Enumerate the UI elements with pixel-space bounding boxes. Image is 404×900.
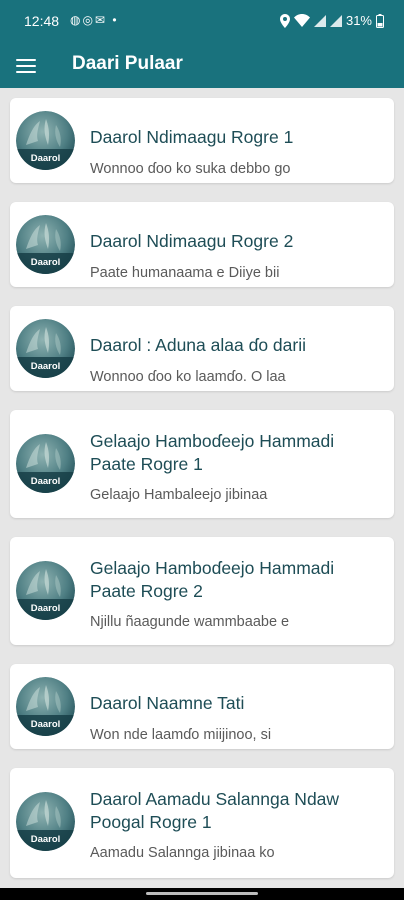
notification-icons: ◍◎✉ • <box>70 13 119 27</box>
item-title: Daarol Aamadu Salannga Ndaw Poogal Rogre… <box>90 789 340 832</box>
list-item[interactable]: Daarol Daarol Aamadu Salannga Ndaw Pooga… <box>10 768 394 878</box>
hamburger-menu-icon[interactable] <box>16 53 42 79</box>
signal-icon <box>329 14 342 27</box>
item-title: Daarol Ndimaagu Rogre 2 <box>90 231 294 251</box>
navigation-bar <box>0 888 404 900</box>
svg-text:Daarol: Daarol <box>31 153 61 164</box>
item-subtitle: Paate humanaama e Diiye bii <box>90 265 280 281</box>
story-list[interactable]: Daarol Daarol Ndimaagu Rogre 1 Wonnoo ɗo… <box>0 88 404 888</box>
svg-text:Daarol: Daarol <box>31 719 61 730</box>
list-item[interactable]: Daarol Gelaajo Hamboɗeejo Hammadi Paate … <box>10 537 394 645</box>
svg-text:Daarol: Daarol <box>31 834 61 845</box>
list-item[interactable]: Daarol Daarol : Aduna alaa ɗo darii Wonn… <box>10 306 394 391</box>
list-item[interactable]: Daarol Gelaajo Hamboɗeejo Hammadi Paate … <box>10 410 394 518</box>
list-item[interactable]: Daarol Daarol Ndimaagu Rogre 1 Wonnoo ɗo… <box>10 98 394 183</box>
story-thumbnail: Daarol <box>16 111 75 170</box>
signal-icon <box>313 14 326 27</box>
item-title: Gelaajo Hamboɗeejo Hammadi Paate Rogre 1 <box>90 431 335 474</box>
svg-text:Daarol: Daarol <box>31 257 61 268</box>
svg-text:Daarol: Daarol <box>31 476 61 487</box>
item-subtitle: Gelaajo Hambaleejo jibinaa <box>90 487 268 503</box>
story-thumbnail: Daarol <box>16 677 75 736</box>
story-thumbnail: Daarol <box>16 561 75 620</box>
battery-percent: 31% <box>345 13 372 28</box>
gmail-icon: ✉ <box>94 13 108 27</box>
wifi-icon <box>293 14 310 27</box>
app-title: Daari Pulaar <box>72 53 183 74</box>
item-title: Gelaajo Hamboɗeejo Hammadi Paate Rogre 2 <box>90 558 335 601</box>
story-thumbnail: Daarol <box>16 792 75 851</box>
item-subtitle: Won nde laamɗo miijinoo, si <box>90 727 272 743</box>
status-bar: 12:48 ◍◎✉ • 31% <box>0 0 404 44</box>
list-item[interactable]: Daarol Daarol Ndimaagu Rogre 2 Paate hum… <box>10 202 394 287</box>
svg-text:Daarol: Daarol <box>31 361 61 372</box>
status-right: 31% <box>279 13 384 28</box>
battery-icon <box>376 13 384 28</box>
list-item[interactable]: Daarol Daarol Naamne Tati Won nde laamɗo… <box>10 664 394 749</box>
item-subtitle: Wonnoo ɗoo ko laamɗo. O laa <box>90 369 286 385</box>
home-handle[interactable] <box>146 892 258 895</box>
item-title: Daarol : Aduna alaa ɗo darii <box>90 335 306 355</box>
story-thumbnail: Daarol <box>16 434 75 493</box>
item-subtitle: Wonnoo ɗoo ko suka debbo go <box>90 161 291 177</box>
story-thumbnail: Daarol <box>16 215 75 274</box>
item-title: Daarol Naamne Tati <box>90 693 245 713</box>
svg-text:Daarol: Daarol <box>31 603 61 614</box>
app-bar: Daari Pulaar <box>0 44 404 88</box>
story-thumbnail: Daarol <box>16 319 75 378</box>
item-subtitle: Aamadu Salannga jibinaa ko <box>90 845 275 861</box>
status-time: 12:48 <box>24 13 60 29</box>
location-icon <box>279 13 290 28</box>
item-title: Daarol Ndimaagu Rogre 1 <box>90 127 294 147</box>
whatsapp-icon: ◎ <box>82 13 95 27</box>
messenger-icon: ◍ <box>70 13 83 27</box>
status-dot: • <box>112 13 119 27</box>
item-subtitle: Njillu ñaagunde wammbaabe e <box>90 614 290 630</box>
